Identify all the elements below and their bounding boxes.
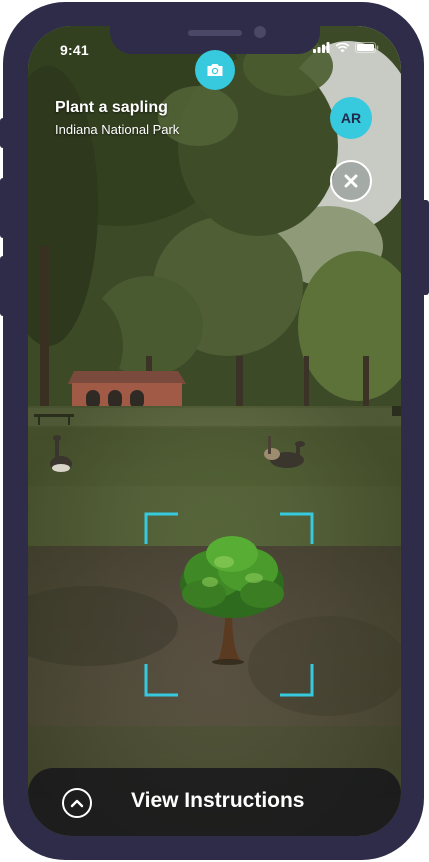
signal-icon [313, 42, 330, 53]
page-title: Plant a sapling [55, 99, 168, 116]
front-camera [254, 26, 266, 38]
camera-feed [28, 26, 401, 836]
speaker-grille [188, 30, 242, 36]
wifi-icon [335, 42, 350, 53]
ar-mode-button[interactable]: AR [330, 97, 372, 139]
expand-instructions-button[interactable] [62, 788, 92, 818]
chevron-up-icon [70, 799, 84, 808]
viewfinder [144, 512, 314, 697]
close-icon [344, 174, 358, 188]
camera-button[interactable] [195, 50, 235, 90]
camera-icon [207, 64, 223, 76]
status-time: 9:41 [60, 42, 89, 58]
battery-icon [355, 42, 379, 53]
ar-camera-screen: 9:41 Plant a sapling Indiana National Pa… [28, 26, 401, 836]
close-button[interactable] [330, 160, 372, 202]
instructions-bar[interactable]: View Instructions [28, 768, 401, 836]
location-subtitle: Indiana National Park [55, 122, 180, 137]
tree-model [180, 536, 284, 665]
view-instructions-label[interactable]: View Instructions [131, 789, 305, 813]
ar-label: AR [340, 110, 362, 126]
status-icons [313, 42, 379, 53]
